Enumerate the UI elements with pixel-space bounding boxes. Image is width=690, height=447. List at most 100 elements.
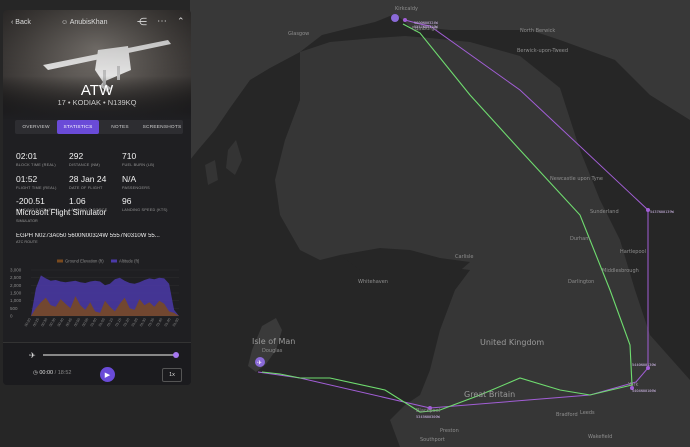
x-tick-label: 00:25 — [32, 318, 40, 328]
waypoint-label: 5440N00130W — [632, 363, 657, 367]
play-button[interactable]: ▶ — [100, 367, 115, 382]
x-tick-label: 00:50 — [73, 318, 81, 328]
scrubber-handle[interactable] — [173, 351, 179, 358]
city-label: Leeds — [580, 410, 595, 416]
back-label: Back — [15, 19, 31, 26]
tab-screenshots[interactable]: SCREENSHOTS — [141, 120, 183, 134]
stat-label: PASSENGERS — [122, 186, 150, 190]
stat-value: N/A — [122, 174, 137, 184]
collapse-icon[interactable]: ⌃ — [177, 16, 185, 27]
panel-tabs: OVERVIEW STATISTICS NOTES SCREENSHOTS — [15, 120, 183, 134]
city-label: Durham — [570, 236, 590, 242]
stat-label: LANDING SPEED (KTS) — [122, 208, 168, 212]
x-tick-label: 01:15 — [114, 318, 122, 328]
waypoint-marker[interactable] — [403, 18, 407, 22]
stat-label: FLIGHT TIME (REAL) — [16, 186, 57, 190]
city-label: Southport — [420, 437, 445, 443]
city-label: Carlisle — [455, 254, 473, 260]
stat-item: 02:01 BLOCK TIME (REAL) — [16, 151, 66, 167]
clock-icon: ◷ — [33, 370, 38, 376]
stat-item: 28 Jan 24 DATE OF FLIGHT — [69, 174, 119, 190]
user-icon: ☺ — [61, 19, 69, 26]
city-label: Blackpool — [416, 408, 440, 414]
y-tick-label: 500 — [10, 306, 18, 311]
y-tick-label: 2,500 — [10, 275, 22, 280]
city-label: Middlesbrough — [602, 268, 639, 274]
playback-speed-button[interactable]: 1x — [162, 368, 182, 382]
stat-item: 96 LANDING SPEED (KTS) — [122, 196, 172, 212]
x-tick-label: 00:45 — [65, 318, 73, 328]
airplane-icon: ✈ — [29, 351, 36, 360]
aircraft-icon: ✈ — [257, 360, 262, 367]
x-tick-label: 00:35 — [49, 318, 57, 328]
x-tick-label: 00:20 — [24, 318, 32, 328]
replay-player: ✈ ◷ 00:00 / 18:52 ▶ 1x — [3, 342, 191, 385]
flight-details-panel: ‹ Back ☺ AnubisKhan ⋲ ⋯ ⌃ ATW 17 • KODIA… — [3, 10, 191, 385]
chevron-left-icon: ‹ — [11, 19, 14, 26]
duration: 18:52 — [57, 370, 72, 376]
waypoint-label: 5557N00310W — [414, 25, 439, 29]
flight-title: ATW — [80, 82, 114, 99]
x-tick-label: 00:40 — [57, 318, 65, 328]
tab-notes[interactable]: NOTES — [99, 120, 141, 134]
stat-label: BLOCK TIME (REAL) — [16, 163, 56, 167]
city-label: Whitehaven — [358, 279, 388, 285]
legend-label: Ground Elevation (ft) — [65, 259, 104, 264]
x-tick-label: 01:20 — [123, 318, 131, 328]
city-label: Kirkcaldy — [395, 6, 418, 12]
stat-value: 01:52 — [16, 174, 38, 184]
x-tick-label: 01:00 — [90, 318, 98, 328]
x-tick-label: 00:30 — [40, 318, 48, 328]
altitude-chart: Ground Elevation (ft) Altitude (ft) 3,000 2… — [10, 259, 180, 328]
city-label: Darlington — [568, 279, 594, 285]
city-label: North Berwick — [520, 28, 555, 34]
origin-marker[interactable] — [391, 14, 399, 22]
y-tick-label: 0 — [10, 314, 13, 319]
stat-value: 710 — [122, 151, 137, 161]
play-icon: ▶ — [104, 371, 111, 379]
waypoint-label: 5345N00300W — [416, 415, 441, 419]
replay-time: ◷ 00:00 / 18:52 — [33, 370, 72, 376]
atc-route-value: EGPH N0273A050 5600N00324W 5557N0310W 55… — [16, 233, 160, 239]
user-link[interactable]: ☺ AnubisKhan — [61, 19, 107, 26]
x-tick-label: 01:25 — [131, 318, 139, 328]
y-tick-label: 2,000 — [10, 283, 22, 288]
stat-label: FUEL BURN (LB) — [122, 163, 155, 167]
region-label: Isle of Man — [252, 337, 295, 346]
x-tick-label: 01:30 — [139, 318, 147, 328]
city-label: Bradford — [556, 412, 578, 418]
x-tick-label: 01:10 — [106, 318, 114, 328]
y-tick-label: 3,000 — [10, 268, 22, 273]
region-label: Great Britain — [464, 390, 515, 399]
x-tick-label: 01:45 — [164, 318, 172, 328]
stat-value: 96 — [122, 196, 132, 206]
legend-swatch — [111, 259, 117, 263]
back-button[interactable]: ‹ Back — [11, 19, 31, 26]
share-icon[interactable]: ⋲ — [137, 17, 147, 28]
tab-overview[interactable]: OVERVIEW — [15, 120, 57, 134]
stat-item: 292 DISTANCE (NM) — [69, 151, 119, 167]
legend-swatch — [57, 259, 63, 263]
stat-item: 710 FUEL BURN (LB) — [122, 151, 172, 167]
tab-statistics[interactable]: STATISTICS — [57, 120, 99, 134]
city-label: Newcastle upon Tyne — [550, 176, 603, 182]
more-options-icon[interactable]: ⋯ — [157, 16, 167, 27]
x-tick-label: 01:35 — [147, 318, 155, 328]
stat-label: DATE OF FLIGHT — [69, 186, 103, 190]
y-tick-label: 1,000 — [10, 298, 22, 303]
simulator-value: Microsoft Flight Simulator — [16, 208, 107, 217]
stat-value: -200.51 — [16, 196, 45, 206]
waypoint-label: 5437N00139W — [650, 210, 675, 214]
city-label: Glasgow — [288, 31, 309, 37]
simulator-label: SIMULATOR — [16, 219, 38, 223]
stat-value: 02:01 — [16, 151, 38, 161]
username: AnubisKhan — [69, 19, 108, 26]
city-label: Hartlepool — [620, 249, 646, 255]
legend-label: Altitude (ft) — [119, 259, 140, 264]
waypoint-label: 5404N00106W — [632, 389, 657, 393]
x-tick-label: 01:50 — [172, 318, 180, 328]
city-label: Douglas — [262, 348, 283, 354]
stat-label: DISTANCE (NM) — [69, 163, 101, 167]
replay-scrubber[interactable] — [43, 354, 177, 356]
x-tick-label: 01:05 — [98, 318, 106, 328]
